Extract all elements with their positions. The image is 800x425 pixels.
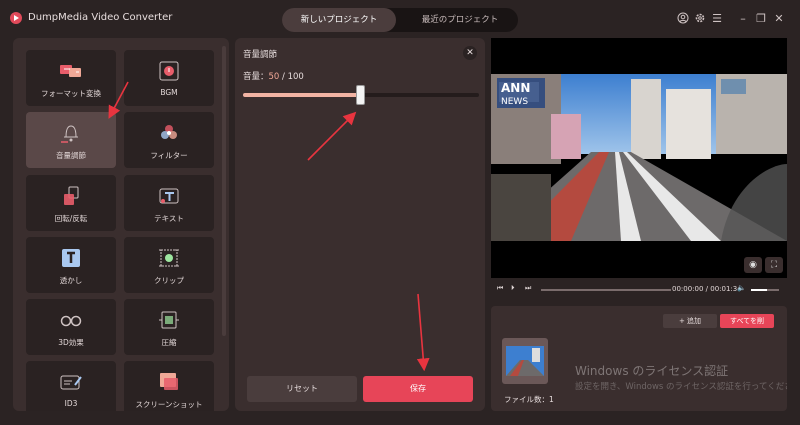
- screenshot-icon: [157, 371, 181, 393]
- tool-rotate[interactable]: 回転/反転: [26, 175, 116, 231]
- filter-icon: [157, 122, 181, 144]
- player-controls: ⏮ ⏵ ⏭ 00:00:00 / 00:01:34 🔈: [491, 281, 787, 299]
- tab-recent-projects[interactable]: 最近のプロジェクト: [402, 8, 518, 32]
- clip-icon: [157, 247, 181, 269]
- tool-format-convert[interactable]: フォーマット変換: [26, 50, 116, 106]
- reset-button[interactable]: リセット: [247, 376, 357, 402]
- video-frame: ANN NEWS: [491, 74, 787, 241]
- volume-panel: 音量調節 ✕ 音量：50 / 100 リセット 保存: [235, 38, 485, 411]
- text-icon: [157, 185, 181, 207]
- close-icon[interactable]: ✕: [772, 12, 786, 26]
- tool-screenshot[interactable]: スクリーンショット: [124, 361, 214, 411]
- gear-icon[interactable]: [693, 12, 707, 26]
- restore-icon[interactable]: ❐: [754, 12, 768, 26]
- tool-text[interactable]: テキスト: [124, 175, 214, 231]
- tool-label: 圧縮: [161, 338, 177, 347]
- tool-label: 音量調節: [56, 151, 86, 160]
- app-logo-icon: [10, 12, 22, 24]
- rotate-icon: [59, 185, 83, 207]
- delete-all-button[interactable]: すべてを削: [720, 314, 774, 328]
- id3-icon: [59, 371, 83, 393]
- fullscreen-icon[interactable]: ⛶: [765, 257, 783, 273]
- tool-label: BGM: [160, 88, 178, 97]
- compress-icon: [157, 309, 181, 331]
- tool-3d[interactable]: 3D効果: [26, 299, 116, 355]
- volume-slider[interactable]: [243, 85, 479, 105]
- volume-value: 50: [268, 72, 280, 82]
- volume-label: 音量：: [243, 72, 269, 82]
- video-preview: ANN NEWS ◉ ⛶: [491, 38, 787, 278]
- tool-label: 回転/反転: [54, 214, 88, 223]
- tool-label: スクリーンショット: [135, 400, 203, 409]
- tool-label: クリップ: [154, 276, 184, 285]
- file-list-panel: + 追加 すべてを削 ファイル数：1 Windows のライセンス認証 設定を開…: [491, 306, 787, 411]
- volume-adjust-icon: [59, 122, 83, 144]
- volume-readout: 音量：50 / 100: [243, 70, 304, 82]
- menu-icon[interactable]: ☰: [710, 12, 724, 26]
- tool-label: 透かし: [59, 276, 83, 285]
- save-button[interactable]: 保存: [363, 376, 473, 402]
- tool-compress[interactable]: 圧縮: [124, 299, 214, 355]
- title-bar: DumpMedia Video Converter 新しいプロジェクト 最近のプ…: [0, 0, 800, 38]
- svg-text:NEWS: NEWS: [501, 97, 528, 107]
- minimize-icon[interactable]: –: [736, 12, 750, 26]
- tool-id3[interactable]: ID3: [26, 361, 116, 411]
- playback-time: 00:00:00 / 00:01:34: [672, 285, 742, 293]
- activation-watermark-title: Windows のライセンス認証: [575, 364, 729, 378]
- tab-new-project[interactable]: 新しいプロジェクト: [282, 8, 396, 32]
- volume-max: / 100: [282, 72, 304, 82]
- play-icon[interactable]: ⏵: [511, 284, 515, 293]
- player-volume-slider[interactable]: [751, 289, 779, 291]
- previous-frame-icon[interactable]: ⏮: [497, 284, 503, 293]
- app-title: DumpMedia Video Converter: [28, 12, 173, 23]
- tool-volume-adjust[interactable]: 音量調節: [26, 112, 116, 168]
- volume-slider-thumb[interactable]: [356, 85, 365, 105]
- tool-bgm[interactable]: BGM: [124, 50, 214, 106]
- tool-watermark[interactable]: 透かし: [26, 237, 116, 293]
- volume-slider-fill: [243, 93, 361, 97]
- tool-filter[interactable]: フィルター: [124, 112, 214, 168]
- volume-panel-title: 音量調節: [243, 50, 278, 60]
- tool-clip[interactable]: クリップ: [124, 237, 214, 293]
- file-count: ファイル数：1: [504, 395, 554, 404]
- 3d-glasses-icon: [59, 309, 83, 331]
- speaker-icon[interactable]: 🔈: [737, 284, 746, 292]
- account-icon[interactable]: [676, 12, 690, 26]
- tool-label: 3D効果: [58, 338, 84, 347]
- tool-panel-scrollbar[interactable]: [222, 46, 226, 336]
- tool-label: フォーマット変換: [41, 89, 101, 98]
- bgm-icon: [157, 60, 181, 82]
- next-frame-icon[interactable]: ⏭: [525, 284, 531, 293]
- activation-watermark-subtitle: 設定を開き、Windows のライセンス認証を行ってください。: [575, 382, 787, 392]
- close-icon[interactable]: ✕: [463, 46, 477, 60]
- tool-label: テキスト: [154, 214, 184, 223]
- player-volume-fill: [751, 289, 767, 291]
- snapshot-camera-icon[interactable]: ◉: [744, 257, 762, 273]
- add-file-button[interactable]: + 追加: [663, 314, 717, 328]
- file-thumbnail[interactable]: [502, 338, 548, 384]
- tool-label: フィルター: [150, 151, 188, 160]
- playback-progress[interactable]: [541, 289, 671, 291]
- format-convert-icon: [59, 60, 83, 82]
- project-tabs: 新しいプロジェクト 最近のプロジェクト: [282, 8, 518, 32]
- watermark-icon: [59, 247, 83, 269]
- tool-label: ID3: [64, 399, 78, 408]
- tool-panel: フォーマット変換 BGM 音量調節 フィルター 回転/反転 テキスト 透かし ク…: [13, 38, 229, 411]
- svg-text:ANN: ANN: [501, 81, 530, 95]
